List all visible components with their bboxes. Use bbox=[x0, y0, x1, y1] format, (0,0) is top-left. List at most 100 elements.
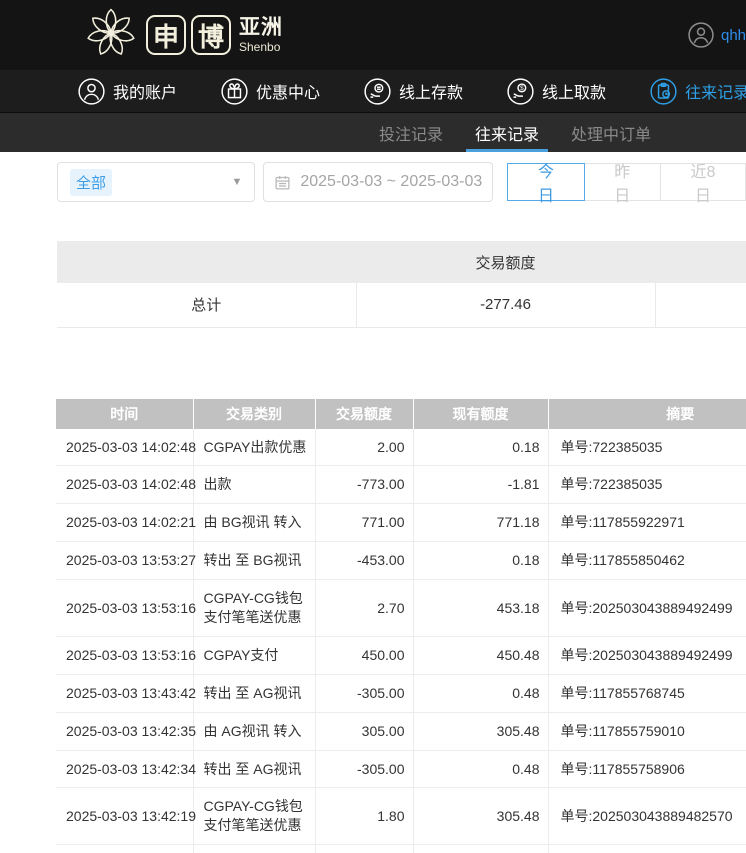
summary-header-amount: 交易额度 bbox=[356, 241, 655, 283]
cell-time: 2025-03-03 13:42:19 bbox=[56, 788, 193, 845]
cell-type: 由 AG视讯 转入 bbox=[193, 712, 315, 750]
user-avatar-icon bbox=[688, 22, 714, 48]
summary-total-empty bbox=[655, 283, 746, 327]
cell-summary: 单号:722385035 bbox=[548, 429, 746, 466]
date-range-input[interactable]: 2025-03-03 ~ 2025-03-03 bbox=[263, 162, 493, 202]
cell-type: 转出 至 AG视讯 bbox=[193, 674, 315, 712]
cell-balance: 771.18 bbox=[413, 504, 548, 542]
today-button[interactable]: 今日 bbox=[507, 163, 584, 201]
tab-pending-orders[interactable]: 处理中订单 bbox=[560, 113, 662, 152]
summary-total-label: 总计 bbox=[57, 283, 356, 327]
logo-region-en: Shenbo bbox=[239, 41, 283, 53]
chevron-down-icon: ▼ bbox=[231, 176, 242, 188]
records-header-row: 时间 交易类别 交易额度 现有额度 摘要 bbox=[56, 399, 746, 429]
cell-summary: 单号:722385035 bbox=[548, 466, 746, 504]
cell-amount: 2.00 bbox=[315, 429, 413, 466]
cell-type: 出款 bbox=[193, 466, 315, 504]
summary-header-row: 交易额度 bbox=[57, 241, 746, 283]
nav-item-my-account[interactable]: 我的账户 bbox=[78, 78, 177, 105]
top-header: 申 博 亚洲 Shenbo qhh bbox=[0, 0, 746, 70]
cell-amount: 771.00 bbox=[315, 504, 413, 542]
gift-icon bbox=[221, 78, 248, 105]
user-icon bbox=[78, 78, 105, 105]
cell-summary: 单号:117855758906 bbox=[548, 750, 746, 788]
tab-betting-records[interactable]: 投注记录 bbox=[368, 113, 454, 152]
cell-type: CGPAY-CG钱包支付笔笔送优惠 bbox=[193, 788, 315, 845]
cell-balance: 450.48 bbox=[413, 636, 548, 674]
cell-type: 转出 至 AG视讯 bbox=[193, 750, 315, 788]
cell-summary: 单号:202503043889482570 bbox=[548, 845, 746, 853]
records-table: 时间 交易类别 交易额度 现有额度 摘要 2025-03-03 14:02:48… bbox=[56, 399, 746, 853]
cell-time: 2025-03-03 13:42:35 bbox=[56, 712, 193, 750]
col-header-summary: 摘要 bbox=[548, 399, 746, 429]
cell-type: CGPAY-CG钱包支付笔笔送优惠 bbox=[193, 580, 315, 637]
page: 申 博 亚洲 Shenbo qhh bbox=[0, 0, 746, 853]
cell-type: CGPAY出款优惠 bbox=[193, 429, 315, 466]
table-row: 2025-03-03 13:42:35 由 AG视讯 转入 305.00 305… bbox=[56, 712, 746, 750]
selected-type-chip: 全部 bbox=[70, 169, 112, 196]
nav-label: 优惠中心 bbox=[256, 79, 320, 103]
cell-summary: 单号:117855850462 bbox=[548, 542, 746, 580]
cell-time: 2025-03-03 13:53:16 bbox=[56, 636, 193, 674]
quick-date-buttons: 今日 昨日 近8日 bbox=[508, 163, 746, 201]
table-row: 2025-03-03 13:42:19 CGPAY支付 300.00 303.6… bbox=[56, 845, 746, 853]
table-row: 2025-03-03 13:42:34 转出 至 AG视讯 -305.00 0.… bbox=[56, 750, 746, 788]
records-icon bbox=[650, 78, 677, 105]
table-row: 2025-03-03 13:53:16 CGPAY-CG钱包支付笔笔送优惠 2.… bbox=[56, 580, 746, 637]
cell-amount: -453.00 bbox=[315, 542, 413, 580]
cell-time: 2025-03-03 14:02:48 bbox=[56, 429, 193, 466]
cell-summary: 单号:117855768745 bbox=[548, 674, 746, 712]
logo-region-cn: 亚洲 bbox=[239, 17, 283, 38]
transaction-type-select[interactable]: 全部 ▼ bbox=[57, 162, 255, 202]
logo-char-bo: 博 bbox=[191, 15, 231, 55]
record-tabs: 投注记录 往来记录 处理中订单 bbox=[0, 113, 746, 152]
cell-type: CGPAY支付 bbox=[193, 845, 315, 853]
table-row: 2025-03-03 13:53:16 CGPAY支付 450.00 450.4… bbox=[56, 636, 746, 674]
cell-time: 2025-03-03 13:42:34 bbox=[56, 750, 193, 788]
cell-summary: 单号:202503043889482570 bbox=[548, 788, 746, 845]
cell-balance: 0.18 bbox=[413, 542, 548, 580]
cell-balance: 303.68 bbox=[413, 845, 548, 853]
nav-label: 往来记录 bbox=[685, 79, 746, 103]
cell-amount: -305.00 bbox=[315, 674, 413, 712]
table-row: 2025-03-03 14:02:48 出款 -773.00 -1.81 单号:… bbox=[56, 466, 746, 504]
last-8-days-button[interactable]: 近8日 bbox=[660, 163, 746, 201]
cell-amount: -305.00 bbox=[315, 750, 413, 788]
logo-region: 亚洲 Shenbo bbox=[239, 17, 283, 53]
nav-item-deposit[interactable]: 线上存款 bbox=[364, 78, 463, 105]
nav-item-transaction-records[interactable]: 往来记录 bbox=[650, 78, 746, 105]
table-row: 2025-03-03 13:42:19 CGPAY-CG钱包支付笔笔送优惠 1.… bbox=[56, 788, 746, 845]
main-nav: 我的账户 优惠中心 线上存款 bbox=[0, 70, 746, 113]
cell-amount: 1.80 bbox=[315, 788, 413, 845]
summary-total-value: -277.46 bbox=[356, 283, 655, 327]
cell-balance: 453.18 bbox=[413, 580, 548, 637]
deposit-icon bbox=[364, 78, 391, 105]
cell-type: CGPAY支付 bbox=[193, 636, 315, 674]
nav-item-withdraw[interactable]: $ 线上取款 bbox=[507, 78, 606, 105]
tab-transaction-records[interactable]: 往来记录 bbox=[464, 113, 550, 152]
cell-summary: 单号:117855922971 bbox=[548, 504, 746, 542]
summary-total-row: 总计 -277.46 bbox=[57, 283, 746, 327]
cell-summary: 单号:202503043889492499 bbox=[548, 580, 746, 637]
calendar-icon bbox=[274, 174, 291, 191]
cell-amount: 450.00 bbox=[315, 636, 413, 674]
table-row: 2025-03-03 14:02:48 CGPAY出款优惠 2.00 0.18 … bbox=[56, 429, 746, 466]
cell-time: 2025-03-03 13:43:42 bbox=[56, 674, 193, 712]
nav-label: 线上取款 bbox=[542, 79, 606, 103]
username: qhh bbox=[721, 27, 746, 44]
nav-item-promotions[interactable]: 优惠中心 bbox=[221, 78, 320, 105]
cell-type: 转出 至 BG视讯 bbox=[193, 542, 315, 580]
cell-balance: 305.48 bbox=[413, 788, 548, 845]
cell-time: 2025-03-03 13:53:27 bbox=[56, 542, 193, 580]
cell-time: 2025-03-03 14:02:48 bbox=[56, 466, 193, 504]
cell-time: 2025-03-03 13:42:19 bbox=[56, 845, 193, 853]
summary-header-empty bbox=[57, 241, 356, 283]
user-account[interactable]: qhh bbox=[688, 22, 746, 48]
cell-balance: 0.48 bbox=[413, 750, 548, 788]
flower-logo-icon bbox=[84, 6, 138, 65]
col-header-type: 交易类别 bbox=[193, 399, 315, 429]
cell-summary: 单号:117855759010 bbox=[548, 712, 746, 750]
cell-amount: 305.00 bbox=[315, 712, 413, 750]
logo[interactable]: 申 博 亚洲 Shenbo bbox=[84, 6, 283, 65]
yesterday-button[interactable]: 昨日 bbox=[584, 163, 661, 201]
